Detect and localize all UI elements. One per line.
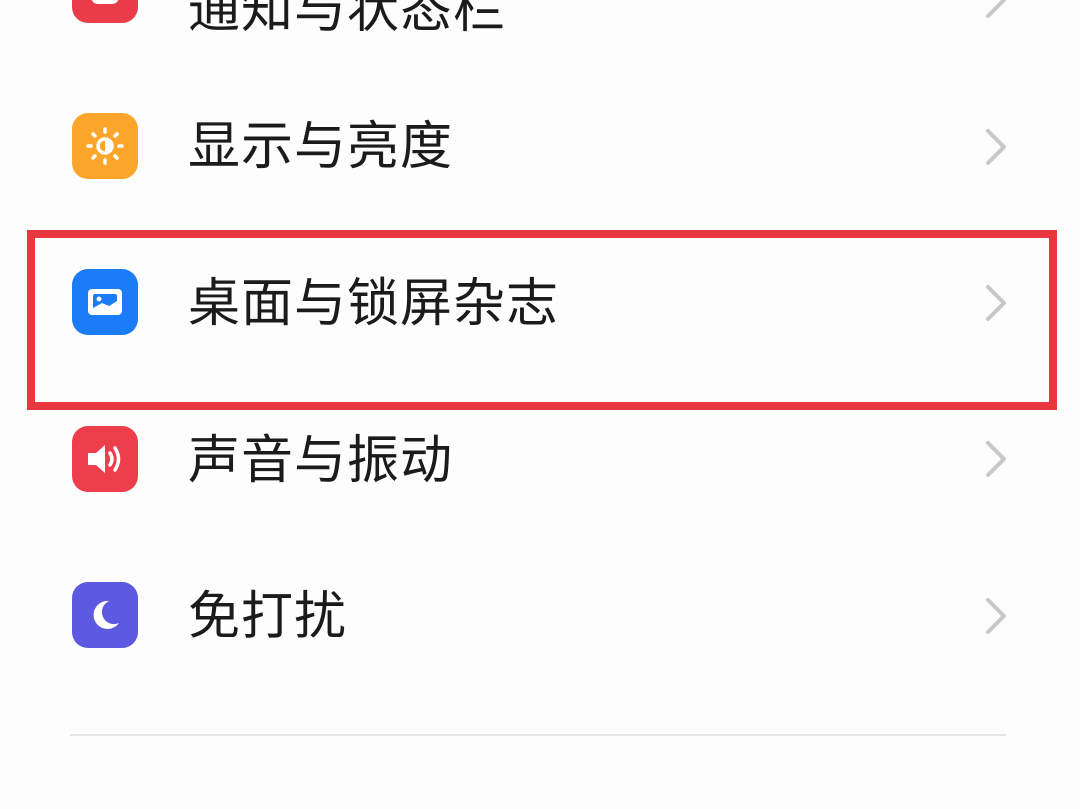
chevron-right-icon — [986, 598, 1006, 634]
settings-item-label: 声音与振动 — [188, 431, 454, 491]
settings-item-label: 通知与状态栏 — [188, 0, 507, 40]
settings-item-do-not-disturb[interactable]: 免打扰 — [0, 538, 1080, 694]
notification-icon — [72, 0, 138, 23]
moon-icon — [72, 582, 138, 648]
section-divider — [70, 734, 1006, 736]
chevron-right-icon — [986, 129, 1006, 165]
chevron-right-icon — [986, 285, 1006, 321]
settings-item-sound[interactable]: 声音与振动 — [0, 383, 1080, 539]
chevron-right-icon — [986, 0, 1006, 18]
settings-item-wallpaper[interactable]: 桌面与锁屏杂志 — [0, 225, 1080, 381]
sun-icon — [72, 113, 138, 179]
settings-item-label: 显示与亮度 — [188, 117, 454, 177]
settings-screen: 通知与状态栏 显示与亮度 桌面与锁屏杂志 声音与振动 免打扰 — [0, 0, 1080, 809]
speaker-icon — [72, 426, 138, 492]
settings-item-notifications[interactable]: 通知与状态栏 — [0, 0, 1080, 76]
chevron-right-icon — [986, 441, 1006, 477]
settings-item-label: 桌面与锁屏杂志 — [188, 274, 560, 334]
wallpaper-icon — [72, 269, 138, 335]
settings-item-display[interactable]: 显示与亮度 — [0, 70, 1080, 226]
settings-item-label: 免打扰 — [188, 587, 348, 647]
